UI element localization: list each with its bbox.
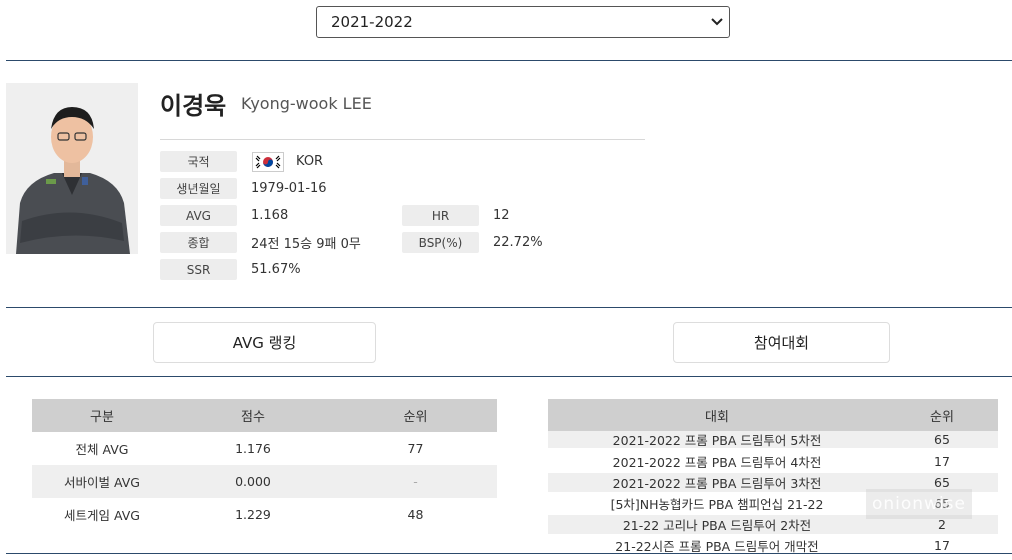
- record-label: 종합: [160, 232, 237, 253]
- table-cell: 2021-2022 프롬 PBA 드림투어 3차전: [612, 476, 822, 491]
- table-header-cell: 순위: [403, 410, 428, 425]
- tab-avg-ranking[interactable]: AVG 랭킹: [153, 322, 376, 363]
- ssr-value: 51.67%: [251, 262, 301, 277]
- table-cell: 2021-2022 프롬 PBA 드림투어 4차전: [612, 455, 822, 470]
- hr-value: 12: [493, 208, 510, 223]
- table-cell: 1.176: [235, 441, 271, 456]
- chevron-down-icon: [705, 7, 729, 37]
- birthdate-value: 1979-01-16: [251, 181, 327, 196]
- table-cell: 17: [934, 454, 950, 469]
- table-cell: 21-22시즌 프롬 PBA 드림투어 개막전: [615, 538, 819, 554]
- table-cell: [5차]NH농협카드 PBA 챔피언십 21-22: [610, 497, 824, 512]
- divider: [6, 553, 1012, 554]
- table-header-cell: 대회: [705, 409, 729, 425]
- divider: [6, 60, 1012, 61]
- ssr-label: SSR: [160, 259, 237, 280]
- table-cell: 세트게임 AVG: [64, 508, 140, 523]
- tab-tournaments[interactable]: 참여대회: [673, 322, 890, 363]
- divider: [6, 376, 1012, 377]
- table-cell: 전체 AVG: [75, 442, 129, 457]
- player-photo: [6, 83, 138, 254]
- nationality-label: 국적: [160, 151, 237, 172]
- table-header-cell: 순위: [930, 409, 954, 425]
- watermark: onionwise: [866, 489, 972, 519]
- table-cell: 1.229: [235, 507, 271, 522]
- season-select-value: 2021-2022: [331, 13, 413, 31]
- table-cell: -: [413, 474, 418, 489]
- table-cell: 17: [934, 537, 950, 553]
- table-cell: 48: [407, 507, 424, 522]
- table-cell: 0.000: [235, 474, 271, 489]
- table-cell: 77: [407, 441, 424, 456]
- avg-label: AVG: [160, 205, 237, 226]
- table-cell: 65: [934, 432, 950, 447]
- table-cell: 서바이벌 AVG: [64, 475, 140, 490]
- bsp-value: 22.72%: [493, 235, 543, 250]
- season-select[interactable]: 2021-2022: [316, 6, 730, 38]
- korea-flag-icon: [252, 152, 284, 172]
- nationality-value: KOR: [296, 154, 324, 169]
- name-divider: [160, 139, 645, 140]
- player-name-korean: 이경욱: [160, 92, 227, 120]
- bsp-label: BSP(%): [402, 232, 479, 253]
- table-cell: 21-22 고리나 PBA 드림투어 2차전: [622, 518, 812, 533]
- birthdate-label: 생년월일: [160, 178, 237, 199]
- table-cell: 2021-2022 프롬 PBA 드림투어 5차전: [612, 433, 822, 448]
- hr-label: HR: [402, 205, 479, 226]
- player-name-english: Kyong-wook LEE: [241, 94, 372, 113]
- avg-value: 1.168: [251, 208, 289, 223]
- record-value: 24전 15승 9패 0무: [251, 237, 361, 252]
- divider: [6, 307, 1012, 308]
- table-header-cell: 구분: [90, 410, 114, 425]
- table-header-cell: 점수: [241, 410, 265, 425]
